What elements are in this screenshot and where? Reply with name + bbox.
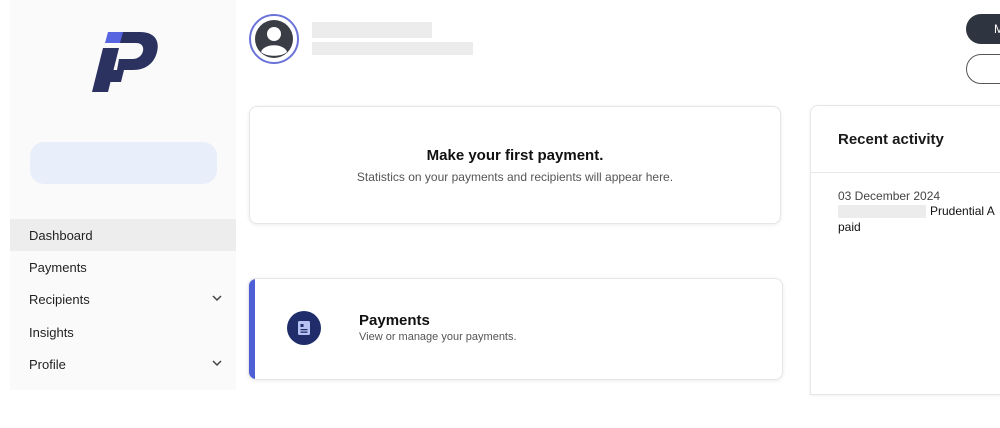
sidebar-item-dashboard[interactable]: Dashboard <box>10 219 236 252</box>
chevron-down-icon[interactable] <box>212 359 222 370</box>
sidebar-item-label: Profile <box>29 357 66 373</box>
sidebar-item-recipients[interactable]: Recipients <box>10 284 236 316</box>
sidebar-nav: Dashboard Payments Recipients Insights P… <box>10 219 236 381</box>
recent-activity-heading: Recent activity <box>838 131 944 148</box>
first-payment-title: Make your first payment. <box>426 147 604 164</box>
sidebar-item-label: Payments <box>29 260 87 276</box>
app-root: Dashboard Payments Recipients Insights P… <box>0 0 1000 428</box>
payments-card-description: View or manage your payments. <box>359 331 517 343</box>
top-secondary-button[interactable] <box>966 54 1000 84</box>
chevron-down-icon[interactable] <box>212 294 222 305</box>
recent-activity-panel: Recent activity 03 December 2024 Prudent… <box>810 105 1000 395</box>
sidebar-item-label: Recipients <box>29 292 90 308</box>
payments-card[interactable]: Payments View or manage your payments. <box>248 278 783 380</box>
sidebar-item-payments[interactable]: Payments <box>10 251 236 283</box>
user-avatar[interactable] <box>249 14 299 64</box>
activity-date: 03 December 2024 <box>838 189 941 203</box>
document-icon <box>287 311 321 345</box>
top-primary-button-label: M <box>994 22 1000 36</box>
search-bar[interactable] <box>30 142 217 184</box>
sidebar-item-label: Dashboard <box>29 227 93 243</box>
payments-card-accent <box>249 279 255 379</box>
sidebar-item-insights[interactable]: Insights <box>10 316 236 348</box>
activity-payee[interactable]: Prudential A <box>930 204 995 218</box>
user-name-placeholder <box>312 22 432 38</box>
activity-amount-placeholder <box>838 205 926 218</box>
sidebar-item-profile[interactable]: Profile <box>10 349 236 381</box>
user-avatar-icon <box>255 20 293 58</box>
first-payment-description: Statistics on your payments and recipien… <box>356 170 674 184</box>
divider <box>811 172 1000 173</box>
first-payment-card: Make your first payment. Statistics on y… <box>249 106 781 224</box>
top-primary-button[interactable]: M <box>966 14 1000 44</box>
payments-card-title: Payments <box>359 312 430 329</box>
activity-status: paid <box>838 220 861 234</box>
pip-logo[interactable] <box>90 26 160 94</box>
sidebar-item-label: Insights <box>29 324 74 340</box>
user-subtitle-placeholder <box>312 42 473 55</box>
sidebar: Dashboard Payments Recipients Insights P… <box>10 0 236 390</box>
